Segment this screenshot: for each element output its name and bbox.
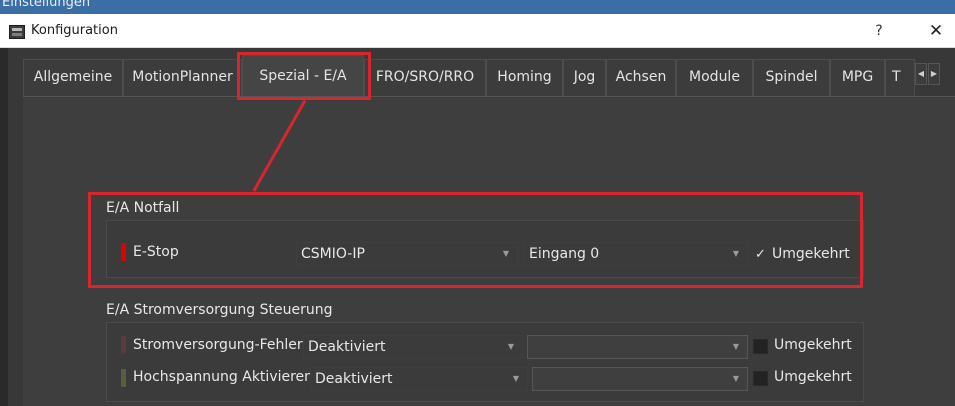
background-window-title: Einstellungen [2, 0, 91, 10]
high-voltage-device-select[interactable]: Deaktiviert ▼ [310, 367, 528, 391]
high-voltage-inverted-checkbox[interactable] [753, 371, 768, 386]
highlight-tab-box [237, 52, 371, 100]
tab-module[interactable]: Module [676, 59, 753, 96]
chevron-down-icon: ▼ [732, 342, 739, 351]
tab-mpg[interactable]: MPG [830, 59, 885, 96]
power-fault-device-select[interactable]: Deaktiviert ▼ [303, 335, 523, 359]
titlebar: Konfiguration ? ✕ [0, 14, 955, 48]
window-edge [0, 48, 8, 406]
power-fault-inverted-checkbox[interactable] [753, 339, 768, 354]
chevron-down-icon: ▼ [507, 342, 514, 351]
highlight-notfall-box [88, 192, 863, 288]
power-fault-label: Stromversorgung-Fehler [133, 337, 303, 353]
window-title: Konfiguration [31, 23, 118, 38]
group-title-power: E/A Stromversorgung Steuerung [106, 302, 333, 318]
tab-motionplanner[interactable]: MotionPlanner [123, 59, 242, 96]
high-voltage-input-select[interactable]: ▼ [532, 367, 748, 391]
power-fault-device-value: Deaktiviert [308, 339, 386, 355]
tab-achsen[interactable]: Achsen [606, 59, 676, 96]
tab-truncated[interactable]: T [885, 59, 915, 96]
chevron-down-icon: ▼ [732, 374, 739, 383]
high-voltage-indicator [121, 369, 126, 387]
tab-bar: Allgemeine MotionPlanner Spezial - E/A F… [23, 55, 955, 96]
tab-homing[interactable]: Homing [486, 59, 563, 96]
power-fault-inverted-label: Umgekehrt [774, 337, 852, 353]
tab-allgemeine[interactable]: Allgemeine [23, 59, 123, 96]
tab-scroll-right-icon[interactable]: ▶ [928, 63, 940, 85]
close-button[interactable]: ✕ [925, 20, 947, 42]
tab-jog[interactable]: Jog [563, 59, 606, 96]
high-voltage-label: Hochspannung Aktivieren [133, 369, 314, 385]
high-voltage-inverted-label: Umgekehrt [774, 369, 852, 385]
tab-scroll-left-icon[interactable]: ◀ [915, 63, 927, 85]
tab-fro-sro-rro[interactable]: FRO/SRO/RRO [364, 59, 486, 96]
power-fault-indicator [121, 336, 126, 354]
tab-spindel[interactable]: Spindel [753, 59, 830, 96]
high-voltage-device-value: Deaktiviert [315, 371, 393, 387]
app-icon [9, 25, 25, 39]
help-button[interactable]: ? [868, 20, 890, 42]
power-fault-input-select[interactable]: ▼ [527, 335, 748, 359]
chevron-down-icon: ▼ [512, 374, 519, 383]
